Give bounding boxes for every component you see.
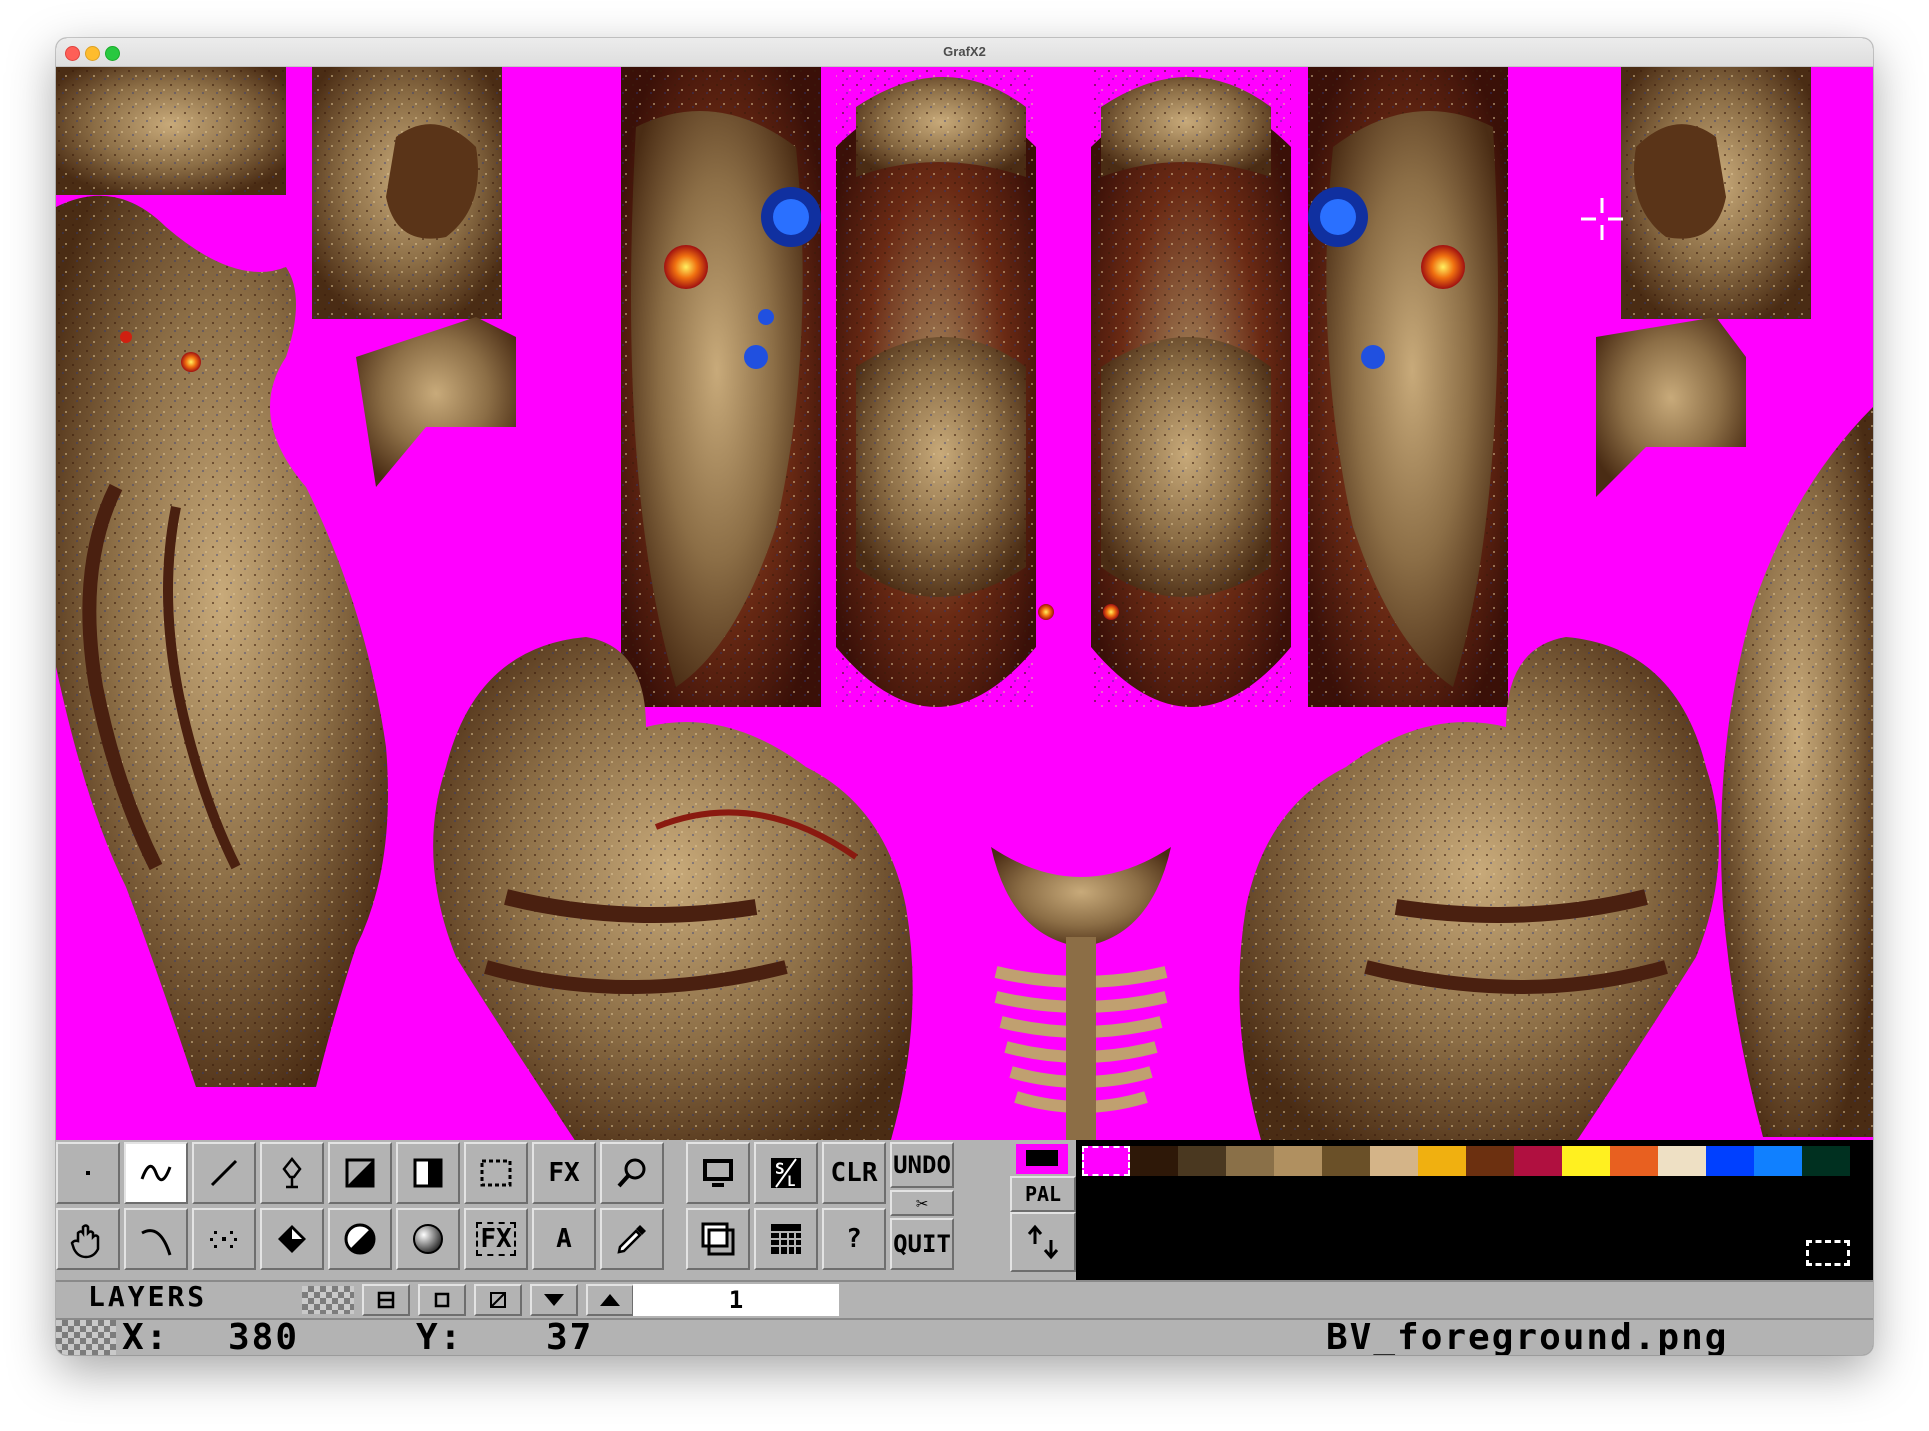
- palette-swatch[interactable]: [1514, 1146, 1562, 1176]
- palette-swatch[interactable]: [1802, 1146, 1850, 1176]
- x-value: 380: [228, 1317, 300, 1355]
- windows-icon[interactable]: [686, 1208, 750, 1270]
- current-layer-tab[interactable]: 1: [633, 1284, 839, 1316]
- palette-selection-icon[interactable]: [1806, 1240, 1850, 1266]
- palette-swatch[interactable]: [1082, 1146, 1130, 1176]
- palette-swatch[interactable]: [1562, 1146, 1610, 1176]
- palette-swatch[interactable]: [1178, 1146, 1226, 1176]
- y-value: 37: [546, 1317, 594, 1355]
- palette-swatch[interactable]: [1322, 1146, 1370, 1176]
- fx-button[interactable]: FX: [532, 1142, 596, 1204]
- circle-tool-icon[interactable]: [328, 1208, 392, 1270]
- dot-draw-icon[interactable]: [56, 1142, 120, 1204]
- monitor-icon[interactable]: [686, 1142, 750, 1204]
- magnifier-icon[interactable]: [600, 1142, 664, 1204]
- polygon-tool-icon[interactable]: [192, 1208, 256, 1270]
- grid-settings-icon[interactable]: [754, 1208, 818, 1270]
- layer-down-icon[interactable]: [530, 1284, 578, 1316]
- color-palette: [1076, 1140, 1873, 1280]
- kill-page-button[interactable]: ✂: [890, 1190, 954, 1216]
- brush-fx-button[interactable]: FX: [464, 1208, 528, 1270]
- palette-swatch[interactable]: [1418, 1146, 1466, 1176]
- toolbar: FX SL CLR UNDO ✂ FX A ? QUIT PAL LAYERS …: [56, 1140, 1873, 1355]
- window-title: GrafX2: [943, 44, 986, 59]
- status-transparency-indicator: [56, 1320, 116, 1355]
- fg-bg-selector[interactable]: PAL: [1010, 1140, 1076, 1280]
- y-label: Y:: [416, 1317, 464, 1355]
- filled-rect-icon[interactable]: [328, 1142, 392, 1204]
- palette-swatch[interactable]: [1274, 1146, 1322, 1176]
- palette-swatch[interactable]: [1466, 1146, 1514, 1176]
- grafx2-window: GrafX2 FX S L CLR UNDO ✂ FX A ? QUIT PAL…: [56, 38, 1873, 1355]
- palette-swatch[interactable]: [1130, 1146, 1178, 1176]
- layer-up-icon[interactable]: [586, 1284, 634, 1316]
- status-bar: X: 380 Y: 37 BV_foreground.png: [56, 1317, 1873, 1355]
- clear-button[interactable]: CLR: [822, 1142, 886, 1204]
- freehand-draw-icon[interactable]: [124, 1142, 188, 1204]
- brush-fx-label: FX: [476, 1222, 516, 1256]
- transparency-indicator: [302, 1286, 354, 1314]
- gradient-rect-icon[interactable]: [396, 1142, 460, 1204]
- undo-button[interactable]: UNDO: [890, 1142, 954, 1188]
- palette-swatch[interactable]: [1370, 1146, 1418, 1176]
- brush-grab-icon[interactable]: [464, 1142, 528, 1204]
- palette-swatch[interactable]: [1610, 1146, 1658, 1176]
- color-picker-icon[interactable]: [600, 1208, 664, 1270]
- layers-bar: LAYERS 1: [56, 1280, 1873, 1318]
- quit-button[interactable]: QUIT: [890, 1218, 954, 1270]
- sprite-artwork: [56, 67, 1873, 1140]
- palette-swatch[interactable]: [1706, 1146, 1754, 1176]
- drawing-canvas[interactable]: [56, 67, 1873, 1140]
- layer-add-icon[interactable]: [418, 1284, 466, 1316]
- curve-tool-icon[interactable]: [124, 1208, 188, 1270]
- palette-swatch[interactable]: [1226, 1146, 1274, 1176]
- save-load-icon[interactable]: SL: [754, 1142, 818, 1204]
- title-bar: GrafX2: [56, 38, 1873, 67]
- fg-color: [1026, 1150, 1058, 1166]
- line-tool-icon[interactable]: [192, 1142, 256, 1204]
- layers-label: LAYERS: [88, 1280, 208, 1313]
- help-button[interactable]: ?: [822, 1208, 886, 1270]
- palette-swatch[interactable]: [1754, 1146, 1802, 1176]
- svg-text:L: L: [787, 1174, 795, 1190]
- palette-button[interactable]: PAL: [1010, 1176, 1076, 1212]
- fill-bucket-icon[interactable]: [260, 1208, 324, 1270]
- text-tool-button[interactable]: A: [532, 1208, 596, 1270]
- layer-merge-icon[interactable]: [362, 1284, 410, 1316]
- svg-text:S: S: [775, 1159, 785, 1178]
- x-label: X:: [122, 1317, 170, 1355]
- fg-bg-swatch[interactable]: [1016, 1144, 1068, 1174]
- spray-airbrush-icon[interactable]: [260, 1142, 324, 1204]
- sphere-tool-icon[interactable]: [396, 1208, 460, 1270]
- layer-delete-icon[interactable]: [474, 1284, 522, 1316]
- palette-scroll-icon[interactable]: [1010, 1212, 1076, 1272]
- filename: BV_foreground.png: [1326, 1317, 1729, 1355]
- crosshair-cursor: [1581, 198, 1623, 240]
- palette-swatch[interactable]: [1658, 1146, 1706, 1176]
- hand-pan-icon[interactable]: [56, 1208, 120, 1270]
